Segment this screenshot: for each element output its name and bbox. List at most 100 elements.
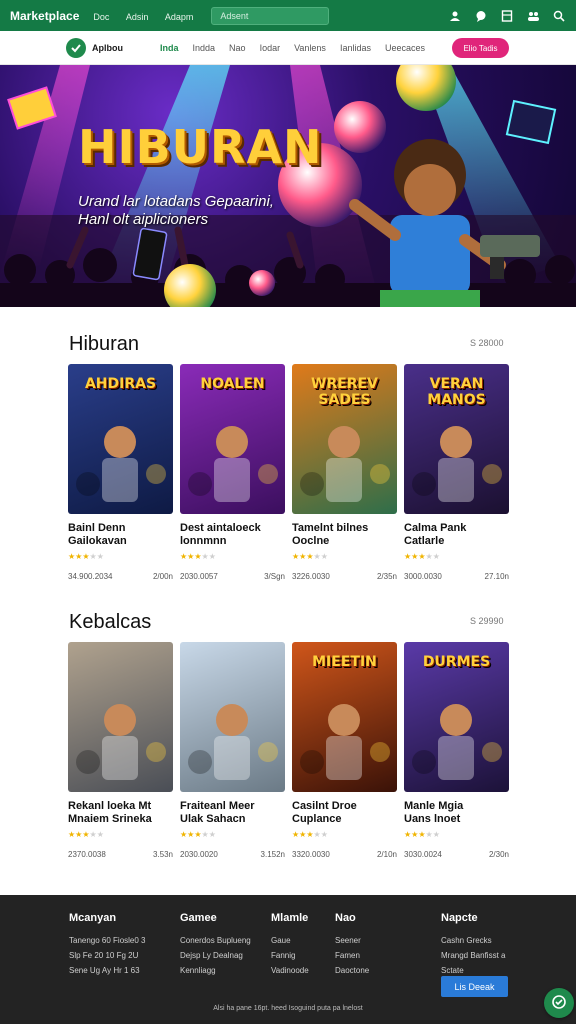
footer-link[interactable]: Cashn Grecks	[441, 936, 505, 945]
search-icon[interactable]	[552, 9, 566, 23]
game-card[interactable]: VERAN MANOS Calma Pank Catlarle ★★★★★ 3000.0…	[404, 364, 509, 581]
subnav-item-7[interactable]: Ueecaces	[385, 43, 425, 53]
top-nav-link-2[interactable]: Adsin	[126, 12, 149, 22]
game-card[interactable]: Rekanl loeka Mt Mnaiem Srineka ★★★★★ 2370.0…	[68, 642, 173, 859]
game-card[interactable]: NOALEN Dest aintaloeck lonnmnn ★★★★★ 2030.00…	[180, 364, 285, 581]
section-title-kebalcas: Kebalcas	[69, 611, 152, 633]
footer-link[interactable]: Fannig	[271, 951, 309, 960]
subnav-item-3[interactable]: Nao	[229, 43, 246, 53]
search-input[interactable]	[211, 6, 330, 25]
footer-heading: Mcanyan	[69, 912, 117, 924]
subnav-item-1[interactable]: Inda	[160, 43, 179, 53]
rating-stars: ★★★★★	[404, 830, 440, 839]
game-thumbnail[interactable]	[68, 642, 173, 792]
group-icon[interactable]	[526, 9, 540, 23]
game-card[interactable]: MIEETIN Casilnt Droe Cuplance ★★★★★ 3320.003…	[292, 642, 397, 859]
card-title-line-2: Gailokavan	[68, 535, 127, 547]
footer-heading: Nao	[335, 912, 356, 924]
footer-link[interactable]: Dejsp Ly Dealnag	[180, 951, 251, 960]
game-thumbnail[interactable]: DURMES	[404, 642, 509, 792]
card-meta-right: 2/35n	[376, 572, 397, 581]
footer-button[interactable]: Lis Deeak	[441, 976, 508, 997]
section-title-hiburan: Hiburan	[69, 333, 140, 355]
card-meta-right: 3.152n	[260, 850, 285, 859]
card-title-line-1: Dest aintaloeck	[180, 522, 261, 534]
card-meta-right: 2/30n	[488, 850, 509, 859]
chat-icon[interactable]	[474, 9, 488, 23]
hero-subtitle-line-2: Hanl olt aiplicioners	[78, 211, 209, 228]
rating-stars: ★★★★★	[292, 830, 328, 839]
card-meta-left: 3226.0030	[292, 572, 330, 581]
game-thumbnail[interactable]: AHDIRAS	[68, 364, 173, 514]
footer-link[interactable]: Sene Ug Ay Hr 1 63	[69, 966, 146, 975]
chat-bubble-icon[interactable]	[544, 988, 574, 1018]
card-title: Bainl Denn Gailokavan	[68, 522, 173, 548]
footer-link[interactable]: Kennliagg	[180, 966, 251, 975]
card-title: Calma Pank Catlarle	[404, 522, 509, 548]
footer-link[interactable]: Slp Fe 20 10 Fg 2U	[69, 951, 146, 960]
card-meta-left: 3000.0030	[404, 572, 442, 581]
card-meta-right: 2/10n	[376, 850, 397, 859]
card-title-line-1: Rekanl loeka Mt	[68, 800, 152, 812]
game-thumbnail[interactable]: WREREV SADES	[292, 364, 397, 514]
game-card[interactable]: Fraiteanl Meer Ulak Sahacn ★★★★★ 2030.0020 3…	[180, 642, 285, 859]
footer-link[interactable]: Daoctone	[335, 966, 369, 975]
user-icon[interactable]	[448, 9, 462, 23]
logo-icon[interactable]	[66, 38, 86, 58]
game-thumbnail[interactable]: VERAN MANOS	[404, 364, 509, 514]
hero-banner[interactable]: HIBURAN Urand lar lotadans Gepaarini, Ha…	[0, 65, 576, 307]
hero-illustration	[0, 65, 576, 307]
footer-link[interactable]: Seener	[335, 936, 369, 945]
footer-link[interactable]: Famen	[335, 951, 369, 960]
subnav-item-4[interactable]: Iodar	[260, 43, 281, 53]
top-bar: Marketplace Doc Adsin Adapm	[0, 0, 576, 31]
card-title: Fraiteanl Meer Ulak Sahacn	[180, 800, 285, 826]
thumbnail-label: NOALEN	[200, 376, 265, 392]
card-meta-right: 3/Sgn	[264, 572, 285, 581]
top-nav-link-1[interactable]: Doc	[93, 12, 109, 22]
footer-link[interactable]: Conerdos Buplueng	[180, 936, 251, 945]
rating-stars: ★★★★★	[68, 830, 104, 839]
card-title-line-1: Calma Pank	[404, 522, 467, 534]
game-thumbnail[interactable]: NOALEN	[180, 364, 285, 514]
footer-heading: Mlamle	[271, 912, 309, 924]
card-title-line-2: Mnaiem Srineka	[68, 813, 152, 825]
game-card[interactable]: AHDIRAS Bainl Denn Gailokavan ★★★★★ 34.900.2…	[68, 364, 173, 581]
thumbnail-label: WREREV SADES	[311, 376, 378, 408]
thumbnail-art	[76, 704, 166, 780]
logo-text[interactable]: Aplbou	[92, 43, 123, 53]
footer-column-3: Mlamle Gaue Fannig Vadinoode	[271, 912, 309, 981]
footer-column-2: Gamee Conerdos Buplueng Dejsp Ly Dealnag…	[180, 912, 251, 981]
rating-stars: ★★★★★	[180, 830, 216, 839]
bookmark-icon[interactable]	[500, 9, 514, 23]
game-card[interactable]: WREREV SADES Tamelnt bilnes Ooclne ★★★★★ 322…	[292, 364, 397, 581]
top-nav: Doc Adsin Adapm	[93, 7, 205, 25]
card-meta-right: 3.53n	[152, 850, 173, 859]
brand-name[interactable]: Marketplace	[10, 9, 79, 23]
card-meta: 2030.0057 3/Sgn	[180, 572, 285, 581]
subnav-item-2[interactable]: Indda	[193, 43, 216, 53]
top-nav-link-3[interactable]: Adapm	[165, 12, 194, 22]
card-meta-left: 3320.0030	[292, 850, 330, 859]
card-title-line-2: Ulak Sahacn	[180, 813, 246, 825]
footer-link[interactable]: Tanengo 60 Fiosle0 3	[69, 936, 146, 945]
thumbnail-label: AHDIRAS	[84, 376, 157, 392]
footer-link[interactable]: Gaue	[271, 936, 309, 945]
card-title: Casilnt Droe Cuplance	[292, 800, 397, 826]
game-card[interactable]: DURMES Manle Mgia Uans lnoet ★★★★★ 3030.0024…	[404, 642, 509, 859]
top-icons	[448, 9, 566, 23]
footer-heading: Gamee	[180, 912, 217, 924]
footer-column-1: Mcanyan Tanengo 60 Fiosle0 3 Slp Fe 20 1…	[69, 912, 146, 981]
footer-link[interactable]: Sctate	[441, 966, 505, 975]
footer-link[interactable]: Vadinoode	[271, 966, 309, 975]
subnav-item-6[interactable]: Ianlidas	[340, 43, 371, 53]
footer-link[interactable]: Mrangd Banfisst a	[441, 951, 505, 960]
card-meta-left: 2370.0038	[68, 850, 106, 859]
hero-subtitle: Urand lar lotadans Gepaarini, Hanl olt a…	[78, 193, 274, 229]
game-thumbnail[interactable]	[180, 642, 285, 792]
cta-button[interactable]: Elio Tadis	[452, 38, 509, 58]
game-thumbnail[interactable]: MIEETIN	[292, 642, 397, 792]
card-meta: 3030.0024 2/30n	[404, 850, 509, 859]
subnav-item-5[interactable]: Vanlens	[294, 43, 326, 53]
thumbnail-label: DURMES	[422, 654, 491, 670]
